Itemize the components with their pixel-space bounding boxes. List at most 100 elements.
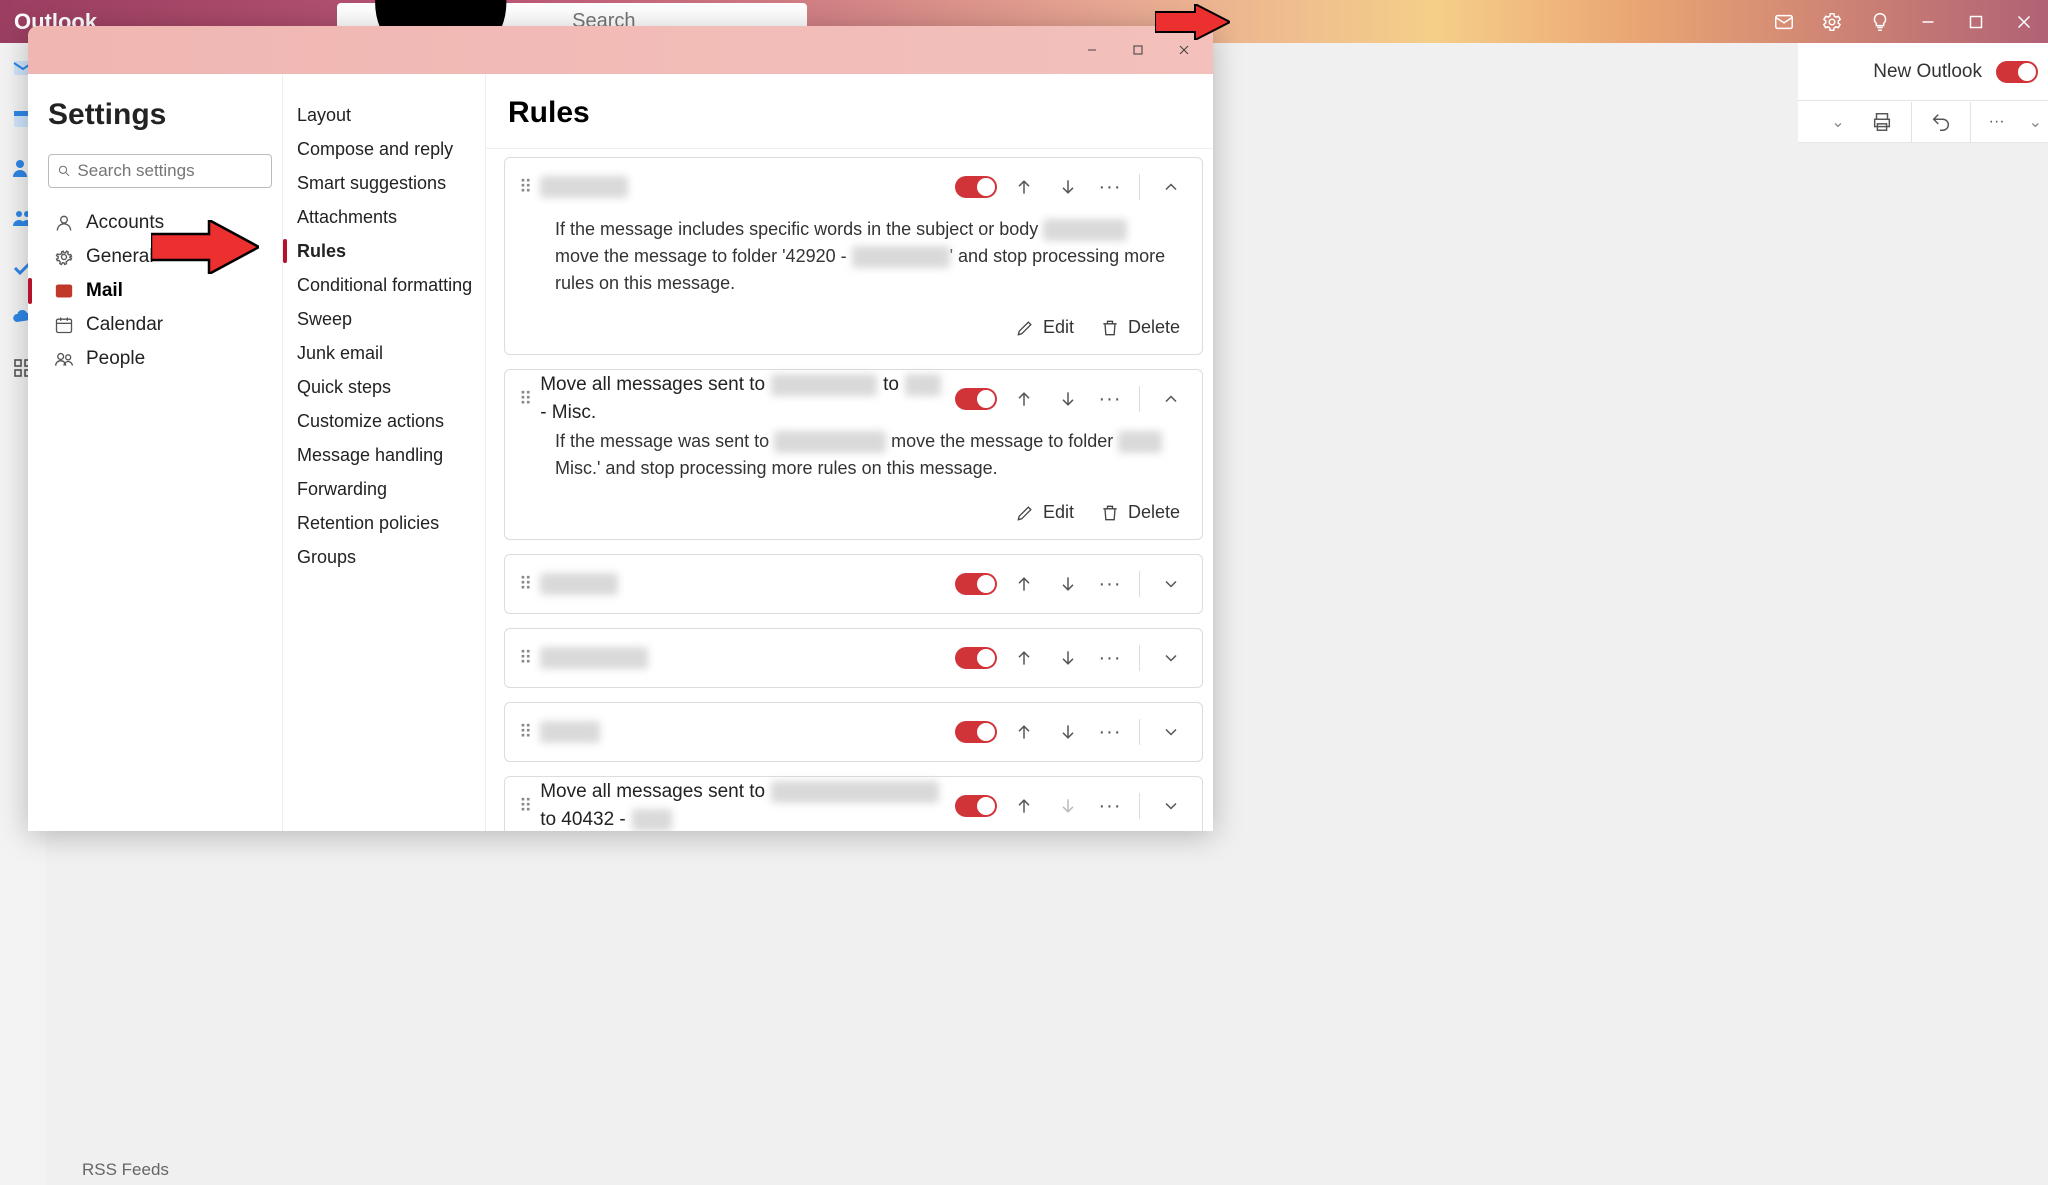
chevron-down-icon[interactable]: ⌄ — [2023, 112, 2048, 132]
redacted-text — [771, 374, 877, 396]
separator — [1139, 645, 1140, 671]
move-down-button[interactable] — [1051, 789, 1085, 823]
redacted-text — [540, 647, 648, 669]
undo-button[interactable] — [1912, 102, 1971, 142]
move-down-button[interactable] — [1051, 567, 1085, 601]
nav1-item-mail[interactable]: Mail — [48, 274, 272, 308]
mail-icon[interactable] — [1760, 0, 1808, 43]
settings-dialog: Settings AccountsGeneralMailCalendarPeop… — [28, 26, 1213, 831]
drag-handle-icon[interactable]: ⠿ — [519, 804, 530, 809]
rule-card: ⠿ ··· — [504, 702, 1203, 762]
rule-card: ⠿ ··· — [504, 554, 1203, 614]
chevron-down-icon[interactable]: ⌄ — [1823, 112, 1852, 132]
drag-handle-icon[interactable]: ⠿ — [519, 185, 530, 190]
rules-list[interactable]: ⠿ ··· If the message includes specific wor… — [486, 149, 1213, 831]
expand-toggle[interactable] — [1154, 789, 1188, 823]
nav2-item-attachments[interactable]: Attachments — [283, 200, 485, 234]
move-up-button[interactable] — [1007, 789, 1041, 823]
gear-icon[interactable] — [1808, 0, 1856, 43]
nav2-item-compose-and-reply[interactable]: Compose and reply — [283, 132, 485, 166]
rule-title-text: to 40432 - — [540, 809, 626, 831]
rule-actions: Edit Delete — [505, 311, 1202, 354]
drag-handle-icon[interactable]: ⠿ — [519, 656, 530, 661]
close-button[interactable] — [2000, 11, 2048, 33]
move-up-button[interactable] — [1007, 567, 1041, 601]
expand-toggle[interactable] — [1154, 567, 1188, 601]
nav2-item-junk-email[interactable]: Junk email — [283, 336, 485, 370]
nav2-item-conditional-formatting[interactable]: Conditional formatting — [283, 268, 485, 302]
nav1-item-calendar[interactable]: Calendar — [48, 308, 272, 342]
nav2-item-smart-suggestions[interactable]: Smart suggestions — [283, 166, 485, 200]
rule-enabled-toggle[interactable] — [955, 795, 997, 817]
rule-header: ⠿ ··· — [505, 629, 1202, 687]
ribbon-strip: ⌄ ··· ⌄ — [1798, 101, 2048, 143]
nav2-item-message-handling[interactable]: Message handling — [283, 438, 485, 472]
edit-rule-button[interactable]: Edit — [1015, 317, 1074, 338]
rule-enabled-toggle[interactable] — [955, 176, 997, 198]
more-options-button[interactable]: ··· — [1095, 388, 1125, 411]
settings-search-input[interactable] — [77, 161, 263, 181]
expand-toggle[interactable] — [1154, 170, 1188, 204]
move-up-button[interactable] — [1007, 382, 1041, 416]
print-button[interactable] — [1853, 102, 1912, 142]
more-options-button[interactable]: ··· — [1095, 795, 1125, 818]
settings-search[interactable] — [48, 154, 272, 188]
drag-handle-icon[interactable]: ⠿ — [519, 730, 530, 735]
settings-title: Settings — [48, 98, 272, 132]
drag-handle-icon[interactable]: ⠿ — [519, 397, 530, 402]
nav1-item-people[interactable]: People — [48, 342, 272, 376]
nav2-item-layout[interactable]: Layout — [283, 98, 485, 132]
delete-rule-button[interactable]: Delete — [1100, 317, 1180, 338]
more-options-button[interactable]: ··· — [1095, 573, 1125, 596]
rule-description: If the message includes specific words i… — [505, 216, 1202, 311]
redacted-text — [905, 374, 941, 396]
separator — [1139, 386, 1140, 412]
more-button[interactable]: ··· — [1971, 102, 2023, 142]
delete-rule-button[interactable]: Delete — [1100, 502, 1180, 523]
new-outlook-toggle[interactable] — [1996, 61, 2038, 83]
nav2-item-quick-steps[interactable]: Quick steps — [283, 370, 485, 404]
nav2-item-rules[interactable]: Rules — [283, 234, 485, 268]
nav2-item-forwarding[interactable]: Forwarding — [283, 472, 485, 506]
more-options-button[interactable]: ··· — [1095, 176, 1125, 199]
rule-enabled-toggle[interactable] — [955, 721, 997, 743]
nav2-item-sweep[interactable]: Sweep — [283, 302, 485, 336]
new-outlook-label: New Outlook — [1873, 61, 1982, 83]
redacted-text — [852, 246, 950, 268]
nav2-item-groups[interactable]: Groups — [283, 540, 485, 574]
lightbulb-icon[interactable] — [1856, 0, 1904, 43]
rule-description: If the message was sent to move the mess… — [505, 428, 1202, 496]
drag-handle-icon[interactable]: ⠿ — [519, 582, 530, 587]
expand-toggle[interactable] — [1154, 382, 1188, 416]
nav2-item-retention-policies[interactable]: Retention policies — [283, 506, 485, 540]
maximize-button[interactable] — [1952, 11, 2000, 33]
move-down-button[interactable] — [1051, 170, 1085, 204]
rule-actions: Edit Delete — [505, 496, 1202, 539]
dialog-minimize-button[interactable] — [1069, 26, 1115, 74]
dialog-titlebar — [28, 26, 1213, 74]
separator — [1139, 174, 1140, 200]
move-up-button[interactable] — [1007, 641, 1041, 675]
rule-header: ⠿Move all messages sent to to - Misc.··· — [505, 370, 1202, 428]
rule-enabled-toggle[interactable] — [955, 573, 997, 595]
rule-card: ⠿ ··· If the message includes specific wor… — [504, 157, 1203, 355]
more-options-button[interactable]: ··· — [1095, 647, 1125, 670]
move-up-button[interactable] — [1007, 715, 1041, 749]
panel-title: Rules — [486, 74, 1213, 149]
minimize-button[interactable] — [1904, 11, 1952, 33]
move-down-button[interactable] — [1051, 641, 1085, 675]
rule-card: ⠿Move all messages sent to to 40432 - ··… — [504, 776, 1203, 831]
expand-toggle[interactable] — [1154, 715, 1188, 749]
move-up-button[interactable] — [1007, 170, 1041, 204]
settings-nav-primary: Settings AccountsGeneralMailCalendarPeop… — [28, 74, 283, 831]
rule-card: ⠿ ··· — [504, 628, 1203, 688]
edit-rule-button[interactable]: Edit — [1015, 502, 1074, 523]
settings-nav-secondary: LayoutCompose and replySmart suggestions… — [283, 74, 486, 831]
move-down-button[interactable] — [1051, 715, 1085, 749]
expand-toggle[interactable] — [1154, 641, 1188, 675]
more-options-button[interactable]: ··· — [1095, 721, 1125, 744]
nav2-item-customize-actions[interactable]: Customize actions — [283, 404, 485, 438]
rule-enabled-toggle[interactable] — [955, 647, 997, 669]
move-down-button[interactable] — [1051, 382, 1085, 416]
rule-enabled-toggle[interactable] — [955, 388, 997, 410]
